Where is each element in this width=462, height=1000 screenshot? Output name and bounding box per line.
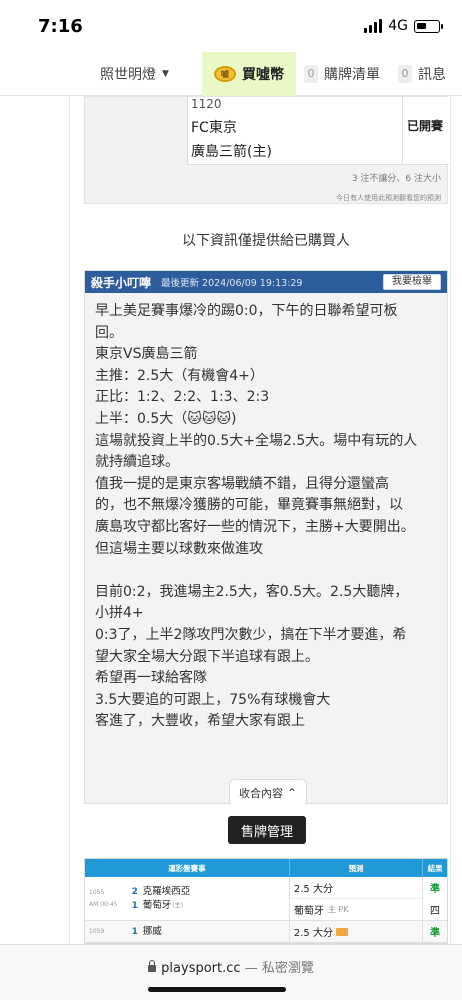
article-line: 主推：2.5大（有機會4+）	[95, 367, 264, 384]
header-prediction: 預測	[290, 859, 424, 877]
team-rank: 1	[131, 926, 138, 937]
last-updated: 最後更新 2024/06/09 19:13:29	[161, 278, 303, 289]
prediction-value: 2.5 大分	[293, 884, 333, 895]
row-results: 準	[423, 921, 447, 942]
article-line: 客進了，大豐收，希望大家有跟上	[95, 713, 305, 730]
right-gutter	[450, 96, 462, 944]
collapse-content-button[interactable]: 收合內容 ⌃	[229, 779, 307, 805]
row-predictions: 2.5 大分 葡萄牙主 PK	[289, 877, 424, 920]
status-indicators: 4G	[364, 18, 443, 34]
nav-lamp-label: 照世明燈	[100, 67, 156, 83]
article-line: 希望再一球給客隊	[95, 670, 207, 687]
nav-msg-label: 訊息	[418, 67, 446, 83]
ball-icon	[335, 927, 348, 936]
article-line: 值我一提的是東京客場戰績不錯，且得分還蠻高	[95, 475, 389, 492]
row-results: 準 四	[423, 877, 447, 920]
table-row[interactable]: 1055 AM 00:45 2 克羅埃西亞 1 葡萄牙 (主) 2.5 大分 葡…	[85, 877, 447, 921]
row-kickoff: AM 00:45	[89, 900, 118, 908]
battery-icon	[414, 19, 443, 33]
left-gutter	[0, 96, 70, 944]
network-label: 4G	[388, 18, 408, 34]
article-line: 這場就投資上半的0.5大+全場2.5大。場中有玩的人	[95, 432, 418, 449]
msg-count-badge: 0	[398, 65, 412, 83]
result-value: 準	[430, 928, 441, 939]
match-status: 已開賽	[406, 119, 443, 133]
article-line: 0:3了，上半2隊攻門次數少，搞在下半才要進，希	[95, 626, 407, 643]
article-line	[95, 560, 437, 582]
row-code: 1055	[89, 888, 105, 896]
prediction-value: 2.5 大分	[293, 928, 333, 939]
collapse-label: 收合內容	[238, 786, 283, 800]
browser-bottom-bar: playsport.cc — 私密瀏覽	[0, 944, 462, 1000]
top-nav: 照世明燈 ▼ 噓 買噓幣 0 購牌清單 0 訊息	[0, 52, 462, 96]
prediction-card: 1120 FC東京 廣島三箭(主) 已開賽 3 注不讓分、6 注大小 今日有人使…	[84, 96, 449, 204]
article-line: 3.5大要追的可跟上，75%有球機會大	[95, 691, 331, 708]
team-name: 克羅埃西亞	[142, 885, 191, 897]
article-line: 正比：1:2、2:2、1:3、2:3	[95, 389, 270, 406]
nav-lamp-dropdown[interactable]: 照世明燈 ▼	[100, 52, 169, 96]
article-body: 早上美足賽事爆冷的踢0:0，下午的日聯希望可板 回。東京VS廣島三箭主推：2.5大…	[85, 293, 447, 733]
coin-icon: 噓	[214, 66, 236, 82]
nav-cart-label: 購牌清單	[324, 67, 380, 83]
result-value: 準	[430, 884, 441, 896]
report-button[interactable]: 我要檢舉	[383, 274, 441, 290]
team-name: 挪威	[142, 925, 162, 937]
prediction-note: 今日有人使用此預測觀看您的預測	[336, 194, 441, 202]
article-line: 東京VS廣島三箭	[95, 346, 198, 363]
url-text: playsport.cc	[161, 961, 241, 976]
chevron-up-icon: ⌃	[286, 785, 298, 800]
nav-buy-coins[interactable]: 噓 買噓幣	[202, 52, 296, 96]
nav-buy-label: 買噓幣	[242, 67, 284, 83]
row-code: 1059	[89, 927, 105, 935]
header-result: 結果	[427, 863, 443, 873]
article-line: 目前0:2，我進場主2.5大，客0.5大。2.5大聽牌，	[95, 583, 409, 600]
home-tag: (主)	[172, 901, 183, 909]
row-teams: 2 克羅埃西亞 1 葡萄牙 (主)	[127, 877, 290, 920]
home-team: 廣島三箭(主)	[191, 144, 272, 160]
analysis-article: 殺手小叮嚀 最後更新 2024/06/09 19:13:29 我要檢舉 早上美足…	[84, 270, 448, 805]
header-event: 運彩盤賽事	[85, 859, 290, 877]
result-value: 四	[430, 905, 441, 917]
author-name[interactable]: 殺手小叮嚀	[91, 274, 151, 291]
lottery-table: 運彩盤賽事 預測 結果 1055 AM 00:45 2 克羅埃西亞 1 葡萄牙 …	[84, 858, 448, 944]
address-bar[interactable]: playsport.cc — 私密瀏覽	[0, 957, 462, 976]
article-line: 回。	[95, 324, 123, 341]
match-code: 1120	[191, 97, 222, 111]
row-predictions: 2.5 大分	[290, 921, 424, 942]
article-line: 上半：0.5大（🐱🐱🐱)	[95, 410, 237, 427]
prediction-value: 葡萄牙	[293, 906, 324, 917]
article-line: 小拼4+	[95, 605, 144, 622]
home-indicator[interactable]	[148, 987, 286, 992]
prediction-stats: 3 注不讓分、6 注大小	[351, 174, 441, 184]
buyer-only-notice: 以下資訊僅提供給已購買人	[182, 233, 350, 249]
team-rank: 1	[131, 900, 138, 911]
team-name: 葡萄牙	[142, 899, 172, 911]
nav-cart[interactable]: 0 購牌清單	[304, 52, 380, 96]
article-line: 廣島攻守都比客好一些的情況下，主勝+大要開出。	[95, 518, 415, 535]
manage-sales-button[interactable]: 售牌管理	[228, 816, 306, 844]
article-line: 就持續追球。	[95, 454, 179, 471]
team-rank: 2	[131, 886, 138, 897]
cart-count-badge: 0	[304, 65, 318, 83]
away-team: FC東京	[191, 120, 237, 136]
nav-messages[interactable]: 0 訊息	[398, 52, 446, 96]
private-mode-label: — 私密瀏覽	[244, 961, 314, 976]
article-line: 早上美足賽事爆冷的踢0:0，下午的日聯希望可板	[95, 303, 398, 319]
caret-down-icon: ▼	[162, 69, 169, 79]
article-line: 的，也不無爆冷獲勝的可能，畢竟賽事無絕對，以	[95, 497, 403, 514]
status-time: 7:16	[38, 16, 83, 37]
article-header: 殺手小叮嚀 最後更新 2024/06/09 19:13:29 我要檢舉	[85, 271, 447, 293]
row-teams: 1 挪威	[127, 921, 290, 942]
lock-icon	[148, 960, 157, 972]
table-header: 運彩盤賽事 預測 結果	[85, 859, 447, 877]
table-row[interactable]: 1059 1 挪威 2.5 大分 準	[85, 921, 447, 943]
row-time: 1059	[85, 921, 127, 942]
signal-icon	[364, 19, 383, 33]
status-bar: 7:16 4G	[0, 0, 462, 52]
prediction-sub: 主 PK	[327, 905, 349, 914]
article-line: 望大家全場大分跟下半追球有跟上。	[95, 648, 319, 665]
article-line: 但這場主要以球數來做進攻	[95, 540, 263, 557]
row-time: 1055 AM 00:45	[85, 877, 127, 920]
